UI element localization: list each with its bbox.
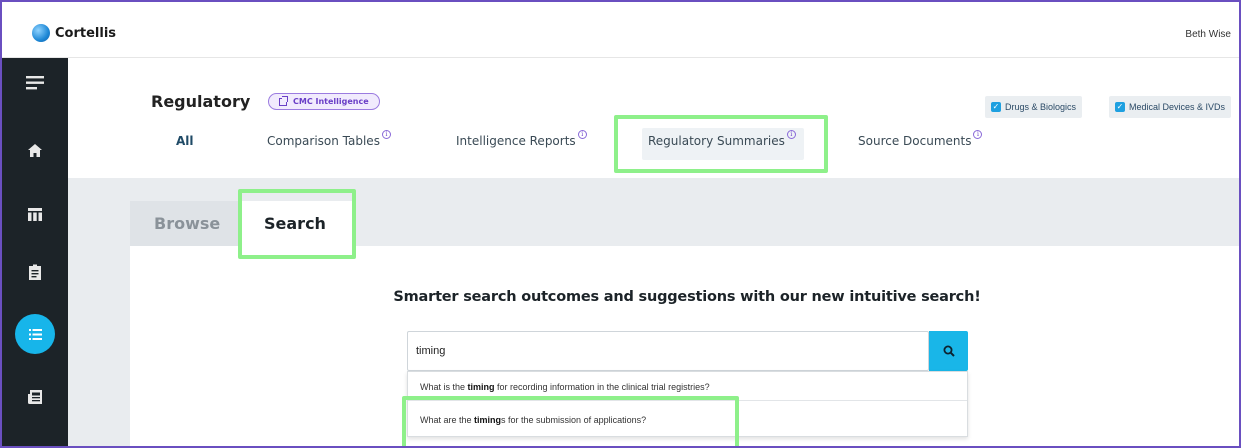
search-icon	[943, 345, 955, 357]
home-icon[interactable]	[2, 144, 68, 157]
external-link-icon	[279, 95, 288, 106]
filter-drugs-biologics[interactable]: ✓ Drugs & Biologics	[985, 96, 1083, 118]
suggestion-text: What is the	[420, 382, 468, 392]
app-window: Cortellis Beth Wise Regulatory CMC Intel…	[0, 0, 1241, 448]
sidebar	[2, 58, 68, 446]
tab-label: Comparison Tables	[267, 134, 380, 148]
tab-all[interactable]: All	[176, 134, 194, 148]
menu-icon[interactable]	[2, 76, 68, 90]
newspaper-icon[interactable]	[2, 390, 68, 404]
top-bar: Cortellis Beth Wise	[2, 2, 1239, 58]
page-header: Regulatory CMC Intelligence ✓ Drugs & Bi…	[68, 58, 1239, 178]
tab-label: Intelligence Reports	[456, 134, 576, 148]
subtab-browse[interactable]: Browse	[130, 201, 242, 246]
subtab-label: Search	[264, 214, 326, 233]
user-name[interactable]: Beth Wise	[1185, 29, 1231, 40]
cmc-badge-label: CMC Intelligence	[293, 97, 369, 106]
tab-comparison-tables[interactable]: Comparison Tables i	[267, 130, 391, 148]
list-icon[interactable]	[15, 314, 55, 354]
filter-label: Drugs & Biologics	[1005, 102, 1077, 112]
subtab-label: Browse	[154, 214, 221, 233]
suggestion-text: s for the submission of applications?	[501, 415, 647, 425]
tab-label: Regulatory Summaries	[648, 134, 785, 148]
tab-regulatory-summaries[interactable]: Regulatory Summaries i	[648, 130, 796, 148]
tab-label: Source Documents	[858, 134, 972, 148]
main-tabs: All Comparison Tables i Intelligence Repo…	[68, 130, 1239, 164]
checkbox-checked-icon[interactable]: ✓	[991, 102, 1001, 112]
suggestion-text: for recording information in the clinica…	[494, 382, 710, 392]
logo-text: Cortellis	[55, 25, 117, 41]
search-box[interactable]	[407, 331, 929, 371]
search-button[interactable]	[929, 331, 968, 371]
search-input[interactable]	[408, 332, 928, 370]
page-title: Regulatory	[151, 92, 251, 111]
cortellis-logo[interactable]: Cortellis	[32, 24, 116, 42]
table-icon[interactable]	[2, 208, 68, 221]
clipboard-icon[interactable]	[2, 264, 68, 280]
tab-intelligence-reports[interactable]: Intelligence Reports i	[456, 130, 587, 148]
filter-medical-devices[interactable]: ✓ Medical Devices & IVDs	[1109, 96, 1232, 118]
filter-label: Medical Devices & IVDs	[1129, 102, 1226, 112]
info-icon[interactable]: i	[973, 130, 983, 139]
cmc-intelligence-badge[interactable]: CMC Intelligence	[268, 93, 380, 110]
tab-label: All	[176, 134, 194, 148]
suggestion-divider	[408, 400, 967, 401]
tab-source-documents[interactable]: Source Documents i	[858, 130, 983, 148]
logo-mark-icon	[32, 24, 50, 42]
suggestion-match: timing	[474, 415, 502, 425]
info-icon[interactable]: i	[786, 130, 796, 139]
suggestion-item[interactable]: What is the timing for recording informa…	[420, 382, 710, 392]
subtab-search[interactable]: Search	[242, 201, 352, 246]
suggestion-item[interactable]: What are the timings for the submission …	[420, 415, 646, 425]
suggestion-match: timing	[467, 382, 495, 392]
search-promo-text: Smarter search outcomes and suggestions …	[393, 289, 981, 305]
info-icon[interactable]: i	[381, 130, 391, 139]
search-suggestions: What is the timing for recording informa…	[407, 371, 968, 437]
info-icon[interactable]: i	[577, 130, 587, 139]
checkbox-checked-icon[interactable]: ✓	[1115, 102, 1125, 112]
suggestion-text: What are the	[420, 415, 475, 425]
